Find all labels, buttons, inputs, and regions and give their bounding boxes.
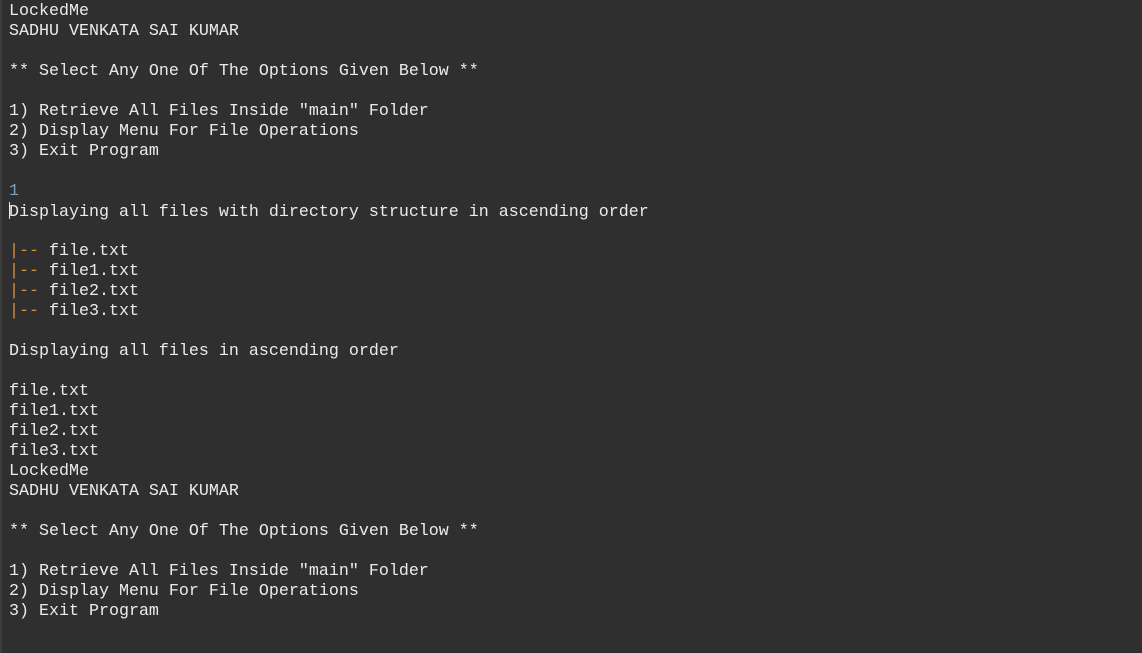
tree-heading-line: Displaying all files with directory stru… [9, 202, 649, 222]
tree-branch: |-- [9, 302, 39, 321]
app-title: LockedMe [9, 462, 89, 481]
menu-option: 2) Display Menu For File Operations [9, 582, 359, 601]
menu-option: 2) Display Menu For File Operations [9, 122, 359, 141]
menu-option: 3) Exit Program [9, 142, 159, 161]
console-view[interactable]: LockedMe SADHU VENKATA SAI KUMAR ** Sele… [0, 0, 1142, 653]
menu-option: 1) Retrieve All Files Inside "main" Fold… [9, 102, 429, 121]
list-heading: Displaying all files in ascending order [9, 342, 399, 361]
list-file: file3.txt [9, 442, 99, 461]
tree-branch: |-- [9, 282, 39, 301]
tree-branch: |-- [9, 242, 39, 261]
user-input: 1 [9, 182, 19, 201]
tree-item: |-- file.txt [9, 242, 649, 262]
console-output: LockedMe SADHU VENKATA SAI KUMAR ** Sele… [9, 2, 649, 622]
app-title: LockedMe [9, 2, 89, 21]
author-name: SADHU VENKATA SAI KUMAR [9, 22, 239, 41]
author-name: SADHU VENKATA SAI KUMAR [9, 482, 239, 501]
list-file: file1.txt [9, 402, 99, 421]
tree-item: |-- file1.txt [9, 262, 649, 282]
menu-option: 1) Retrieve All Files Inside "main" Fold… [9, 562, 429, 581]
menu-prompt: ** Select Any One Of The Options Given B… [9, 62, 479, 81]
tree-item: |-- file2.txt [9, 282, 649, 302]
tree-heading: Displaying all files with directory stru… [9, 203, 649, 222]
tree-file: file2.txt [49, 282, 139, 301]
menu-prompt: ** Select Any One Of The Options Given B… [9, 522, 479, 541]
list-file: file2.txt [9, 422, 99, 441]
menu-option: 3) Exit Program [9, 602, 159, 621]
list-file: file.txt [9, 382, 89, 401]
tree-file: file.txt [49, 242, 129, 261]
tree-item: |-- file3.txt [9, 302, 649, 322]
tree-branch: |-- [9, 262, 39, 281]
tree-file: file1.txt [49, 262, 139, 281]
tree-file: file3.txt [49, 302, 139, 321]
